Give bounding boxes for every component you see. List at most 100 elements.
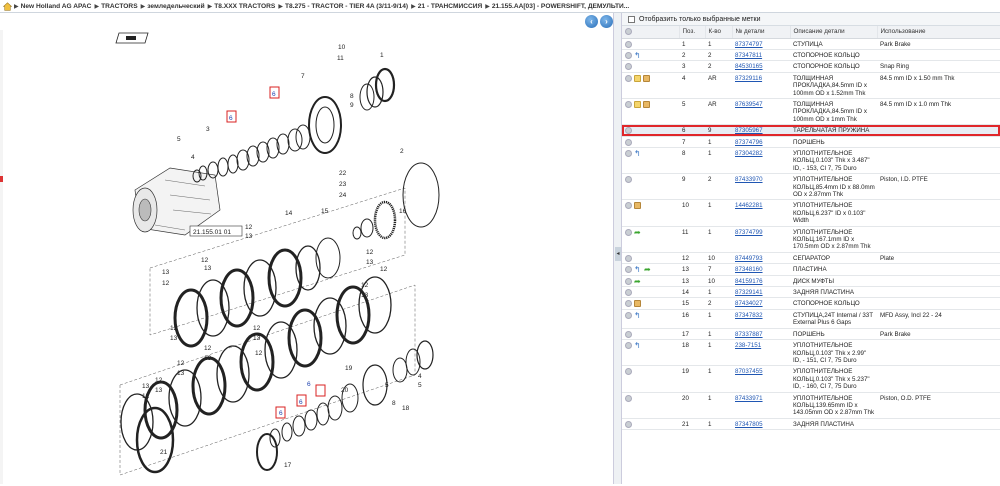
cell-part-number[interactable]: 87347811 [732,49,790,62]
info-icon[interactable] [625,100,632,108]
table-row[interactable]: ➦ 13 10 84159176 ДИСК МУФТЫ [622,275,1000,288]
left-collapse-strip[interactable] [0,30,3,484]
column-header-usage[interactable]: Использование [877,26,1000,39]
table-row[interactable]: 15 2 87434027 СТОПОРНОЕ КОЛЬЦО [622,297,1000,310]
breadcrumb-item[interactable]: 21 - ТРАНСМИССИЯ [418,3,482,10]
package-icon[interactable] [643,100,650,108]
note-icon[interactable] [634,74,641,82]
table-row[interactable]: ↰ 18 1 238-7151 УПЛОТНИТЕЛЬНОЕ КОЛЬЦ,0.103" … [622,339,1000,367]
info-icon[interactable] [625,394,632,402]
filter-checkbox[interactable] [628,15,635,23]
table-row[interactable]: 5 AR 87639547 ТОЛЩИННАЯ ПРОКЛАДКА,84.5mm ID… [622,98,1000,126]
info-icon[interactable] [625,342,632,350]
cell-part-number-text[interactable]: 87347832 [735,312,763,319]
cell-part-number-text[interactable]: 87433970 [735,176,763,183]
info-icon[interactable] [625,40,632,48]
table-row[interactable]: 19 1 87037455 УПЛОТНИТЕЛЬНОЕ КОЛЬЦ,0.103" T… [622,365,1000,393]
cell-part-number[interactable]: 87037455 [732,365,790,393]
column-header-part[interactable]: № детали [732,26,791,39]
info-icon[interactable] [625,368,632,376]
table-row[interactable]: ↰ 8 1 87304282 УПЛОТНИТЕЛЬНОЕ КОЛЬЦ,0.103" T… [622,147,1000,175]
cell-part-number-text[interactable]: 87347811 [735,52,762,59]
table-row[interactable]: ➦ 11 1 87374799 УПЛОТНИТЕЛЬНОЕ КОЛЬЦ,167.1mm… [622,226,1000,253]
info-icon[interactable] [625,176,632,184]
cell-part-number-text[interactable]: 87374796 [735,139,763,146]
cell-part-number[interactable]: 87348160 [732,263,790,276]
breadcrumb-item[interactable]: T8.XXX TRACTORS [214,3,275,10]
forward-arrow-icon[interactable]: ➦ [634,277,642,285]
table-row[interactable]: 9 2 87433970 УПЛОТНИТЕЛЬНОЕ КОЛЬЦ,85.4mm ID… [622,173,1000,201]
replacement-arrow-icon[interactable]: ↰ [634,342,642,350]
info-icon[interactable] [625,51,632,59]
info-icon[interactable] [625,228,632,236]
cell-part-number[interactable]: 87374796 [732,136,790,148]
cell-part-number-text[interactable]: 87037455 [735,368,763,375]
cell-part-number-text[interactable]: 87374797 [735,41,763,48]
breadcrumb-item[interactable]: T8.275 - TRACTOR - TIER 4A (3/11-9/14) [285,3,408,10]
cell-part-number-text[interactable]: 87433971 [735,395,763,402]
cell-part-number[interactable]: 238-7151 [732,339,790,367]
table-row[interactable]: 7 1 87374796 ПОРШЕНЬ [622,136,1000,148]
info-icon[interactable] [625,149,632,157]
cell-part-number-text[interactable]: 87329116 [735,75,762,82]
cell-part-number[interactable]: 87639547 [732,98,790,126]
panel-splitter[interactable]: ◂ [613,13,622,484]
table-row[interactable]: 3 2 84530165 СТОПОРНОЕ КОЛЬЦО Snap Ring [622,60,1000,73]
cell-part-number[interactable]: 14462281 [732,199,790,227]
arrow-right-icon[interactable]: › [600,15,613,28]
settings-icon[interactable] [625,28,632,36]
cell-part-number-text[interactable]: 87347805 [735,421,763,428]
info-icon[interactable] [625,74,632,82]
table-row[interactable]: ↰ 16 1 87347832 СТУПИЦА,24T Internal / 33T E… [622,309,1000,329]
cell-part-number-text[interactable]: 87374799 [735,229,763,236]
package-icon[interactable] [634,300,641,308]
cell-part-number-text[interactable]: 87329141 [735,289,763,296]
cell-part-number[interactable]: 84530165 [732,60,790,73]
info-icon[interactable] [625,330,632,338]
table-row[interactable]: 12 10 87449793 СЕПАРАТОР Plate [622,252,1000,265]
breadcrumb-item[interactable]: 21.155.AA[03] - POWERSHIFT, ДЕМУЛЬТИ... [492,3,629,10]
table-row[interactable]: ↰ 2 2 87347811 СТОПОРНОЕ КОЛЬЦО [622,49,1000,62]
package-icon[interactable] [634,202,641,210]
column-header-pos[interactable]: Поз. [679,26,706,39]
cell-part-number[interactable]: 87337887 [732,328,790,341]
cell-part-number-text[interactable]: 87304282 [735,150,763,157]
cell-part-number[interactable]: 87347832 [732,309,790,329]
column-header-qty[interactable]: К-во [705,26,733,39]
info-icon[interactable] [625,202,632,210]
cell-part-number-text[interactable]: 87337887 [735,331,763,338]
replacement-arrow-icon[interactable]: ↰ [634,149,642,157]
table-row[interactable]: ↰ ➦ 13 7 87348160 ПЛАСТИНА [622,263,1000,276]
arrow-left-icon[interactable]: ‹ [585,15,598,28]
cell-part-number[interactable]: 87347805 [732,418,790,431]
cell-part-number-text[interactable]: 84530165 [735,63,763,70]
note-icon[interactable] [634,100,641,108]
info-icon[interactable] [625,300,632,308]
home-icon[interactable] [2,1,13,11]
cell-part-number[interactable]: 87433970 [732,173,790,201]
table-row[interactable]: 1 1 87374797 СТУПИЦА Park Brake [622,38,1000,50]
info-icon[interactable] [625,266,632,274]
cell-part-number-text[interactable]: 87434027 [735,300,763,307]
column-header-desc[interactable]: Описание детали [790,26,878,39]
info-icon[interactable] [625,63,632,71]
package-icon[interactable] [643,74,650,82]
replacement-arrow-icon[interactable]: ↰ [634,266,642,274]
replacement-arrow-icon[interactable]: ↰ [634,51,642,59]
cell-part-number[interactable]: 87449793 [732,252,790,265]
cell-part-number-text[interactable]: 87305967 [735,127,763,134]
table-row[interactable]: 21 1 87347805 ЗАДНЯЯ ПЛАСТИНА [622,418,1000,431]
table-row[interactable]: 17 1 87337887 ПОРШЕНЬ Park Brake [622,328,1000,341]
forward-arrow-icon[interactable]: ➦ [644,266,652,274]
table-row[interactable]: 4 AR 87329116 ТОЛЩИННАЯ ПРОКЛАДКА,84.5mm ID… [622,72,1000,99]
cell-part-number[interactable]: 87374797 [732,38,790,50]
cell-part-number[interactable]: 87433971 [732,392,790,419]
breadcrumb-item[interactable]: земледельческий [147,3,204,10]
breadcrumb-item[interactable]: TRACTORS [101,3,138,10]
info-icon[interactable] [625,289,632,297]
cell-part-number-text[interactable]: 87348160 [735,266,763,273]
info-icon[interactable] [625,420,632,428]
cell-part-number-text[interactable]: 87639547 [735,101,763,108]
table-row[interactable]: 10 1 14462281 УПЛОТНИТЕЛЬНОЕ КОЛЬЦ,6.237" I… [622,199,1000,227]
info-icon[interactable] [625,311,632,319]
